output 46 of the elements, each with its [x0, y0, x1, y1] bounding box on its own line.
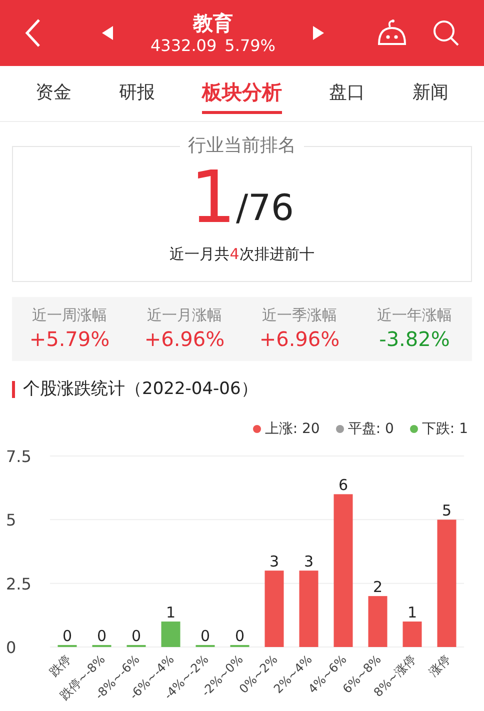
bar-value-label: 1 [166, 603, 176, 622]
period-label: 近一周涨幅 [32, 305, 107, 325]
bar-value-label: 2 [372, 578, 383, 596]
back-icon[interactable] [24, 18, 42, 48]
y-tick-label: 7.5 [6, 446, 32, 466]
bar-value-label: 6 [338, 476, 348, 494]
index-value: 4332.09 [150, 36, 217, 56]
period-change: +5.79% [29, 326, 110, 353]
next-icon[interactable] [312, 26, 324, 40]
ranking-note: 近一月共4次排进前十 [170, 244, 314, 265]
previous-icon[interactable] [102, 26, 114, 40]
period-label: 近一月涨幅 [147, 305, 222, 325]
period-change: -3.82% [379, 326, 450, 353]
bar-value-label: 3 [304, 552, 314, 570]
bar-value-label: 0 [96, 626, 107, 644]
bar-value-label: 0 [62, 626, 72, 644]
period-change: +6.96% [144, 326, 225, 353]
period-change: +6.96% [259, 326, 340, 353]
search-icon[interactable] [432, 19, 460, 47]
section-title: 个股涨跌统计（2022-04-06） [23, 378, 258, 401]
y-tick-label: 2.5 [6, 574, 32, 593]
legend-label: 上涨: 20 [264, 420, 320, 438]
bar-value-label: 0 [200, 626, 210, 644]
robot-icon[interactable] [376, 19, 408, 47]
bar-value-label: 5 [442, 501, 452, 520]
sector-title: 教育 [193, 10, 233, 36]
rank-total: /76 [236, 189, 294, 229]
y-tick-label: 5 [6, 510, 16, 530]
bar-value-label: 0 [131, 626, 142, 644]
bar-value-label: 0 [234, 626, 245, 644]
x-axis-label: 涨停 [426, 652, 453, 679]
period-label: 近一季涨幅 [262, 305, 337, 325]
bar-value-label: 1 [407, 603, 418, 622]
bar-value-label: 3 [269, 552, 280, 570]
legend-label: 平盘: 0 [348, 420, 394, 438]
legend-label: 下跌: 1 [422, 420, 468, 438]
y-tick-label: 0 [6, 638, 16, 656]
rank-number: 1 [190, 165, 236, 229]
tab[interactable]: 盘口 [329, 74, 366, 112]
tab[interactable]: 研报 [118, 74, 155, 112]
x-axis-label: 跌停 [46, 652, 74, 679]
tab[interactable]: 板块分析 [202, 73, 282, 114]
tab[interactable]: 新闻 [412, 74, 448, 112]
tab[interactable]: 资金 [36, 74, 72, 112]
change-percent: 5.79% [224, 36, 276, 56]
period-label: 近一年涨幅 [377, 305, 452, 325]
